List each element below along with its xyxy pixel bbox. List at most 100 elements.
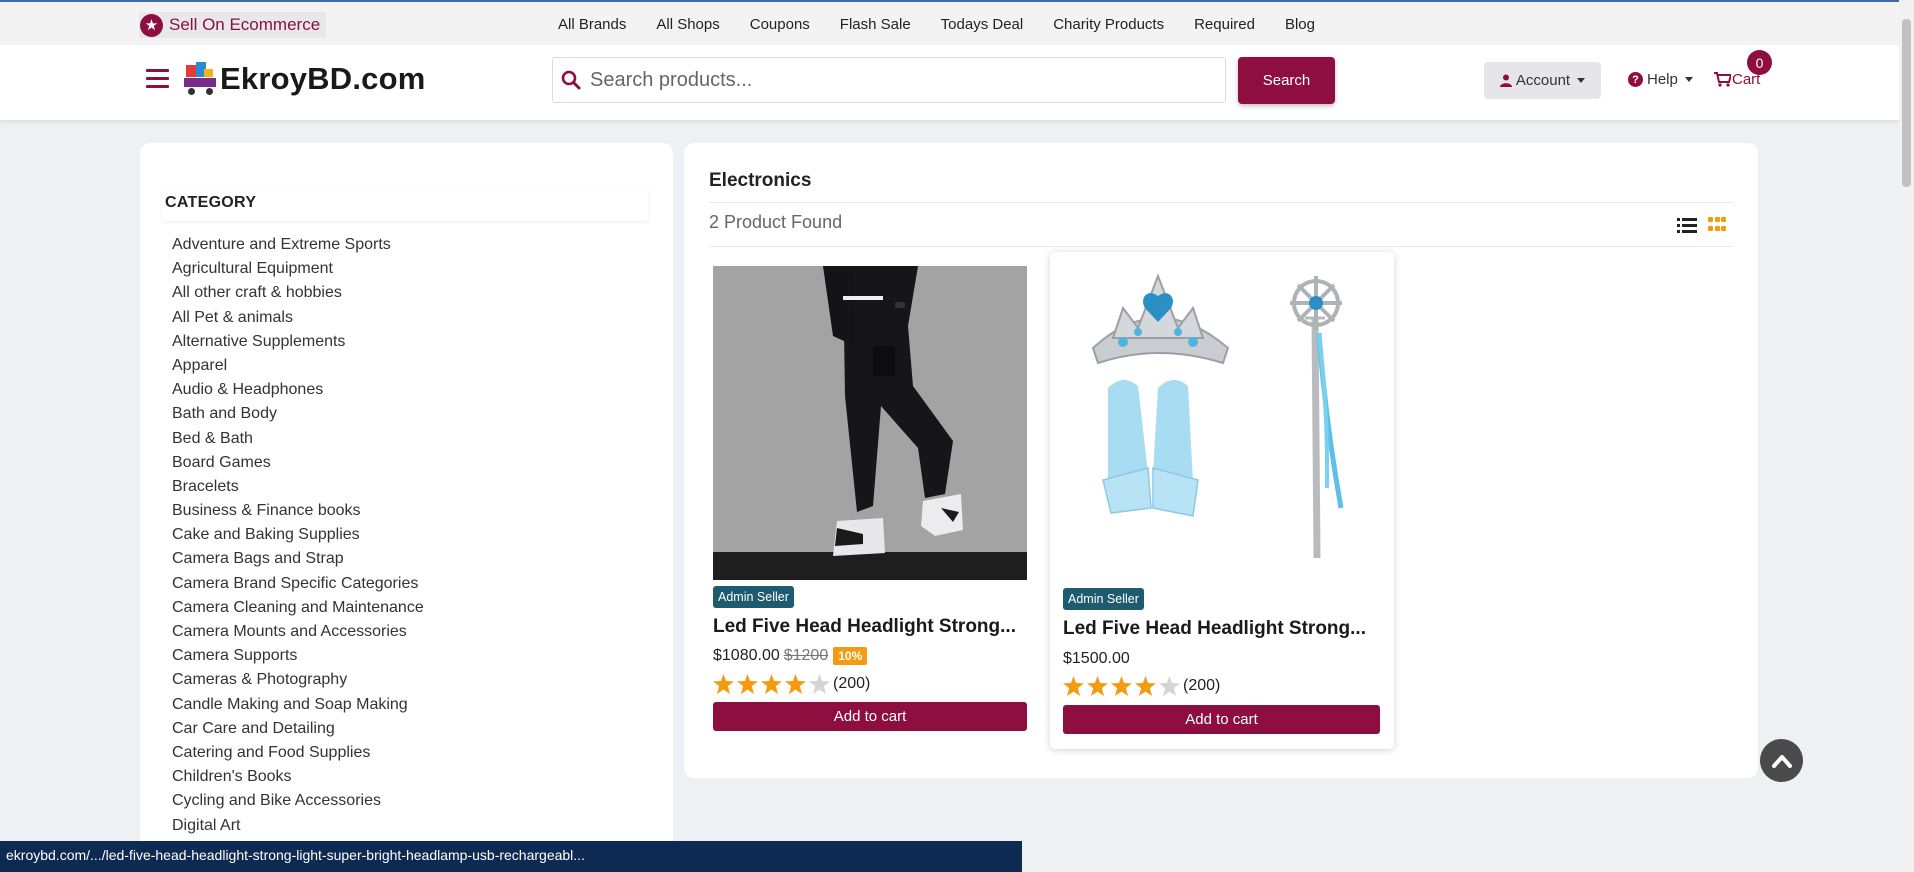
category-item[interactable]: Catering and Food Supplies bbox=[172, 741, 424, 765]
current-price: $1080.00 bbox=[713, 647, 780, 664]
category-item[interactable]: Cake and Baking Supplies bbox=[172, 523, 424, 547]
main-header: EkroyBD.com Search Account ? Help Cart 0 bbox=[0, 45, 1914, 120]
nav-flash-sale[interactable]: Flash Sale bbox=[840, 16, 911, 33]
search-icon bbox=[561, 70, 581, 90]
sell-label: Sell On Ecommerce bbox=[169, 15, 321, 34]
category-item[interactable]: Apparel bbox=[172, 354, 424, 378]
product-card[interactable]: Admin Seller Led Five Head Headlight Str… bbox=[1050, 252, 1394, 749]
search-input[interactable] bbox=[590, 68, 1150, 92]
site-logo[interactable]: EkroyBD.com bbox=[182, 61, 426, 97]
search-box bbox=[552, 57, 1226, 103]
product-image[interactable] bbox=[713, 266, 1027, 580]
star-icon bbox=[1087, 676, 1108, 696]
cart-logo-icon bbox=[182, 61, 218, 97]
list-view-icon[interactable] bbox=[1677, 217, 1697, 234]
star-icon bbox=[809, 674, 830, 694]
category-item[interactable]: Camera Supports bbox=[172, 644, 424, 668]
help-dropdown[interactable]: ? Help bbox=[1628, 71, 1693, 88]
nav-all-shops[interactable]: All Shops bbox=[656, 16, 719, 33]
category-item[interactable]: Candle Making and Soap Making bbox=[172, 693, 424, 717]
account-dropdown[interactable]: Account bbox=[1484, 62, 1601, 99]
category-item[interactable]: Alternative Supplements bbox=[172, 330, 424, 354]
product-title[interactable]: Led Five Head Headlight Strong... bbox=[713, 616, 1033, 638]
category-item[interactable]: Camera Cleaning and Maintenance bbox=[172, 596, 424, 620]
account-label: Account bbox=[1515, 72, 1571, 89]
chevron-up-icon bbox=[1771, 754, 1792, 768]
grid-view-icon[interactable] bbox=[1708, 217, 1726, 233]
product-title[interactable]: Led Five Head Headlight Strong... bbox=[1063, 618, 1383, 640]
star-icon bbox=[1111, 676, 1132, 696]
review-count: (200) bbox=[833, 675, 871, 692]
star-icon bbox=[713, 674, 734, 694]
nav-required[interactable]: Required bbox=[1194, 16, 1255, 33]
nav-coupons[interactable]: Coupons bbox=[750, 16, 810, 33]
scrollbar-thumb[interactable] bbox=[1902, 19, 1911, 187]
menu-icon[interactable] bbox=[146, 69, 169, 89]
category-item[interactable]: Adventure and Extreme Sports bbox=[172, 233, 424, 257]
top-bar: ★ Sell On Ecommerce All Brands All Shops… bbox=[0, 0, 1914, 45]
question-icon: ? bbox=[1628, 72, 1643, 87]
product-card[interactable]: Admin Seller Led Five Head Headlight Str… bbox=[684, 252, 1028, 749]
current-price: $1500.00 bbox=[1063, 650, 1130, 667]
star-icon bbox=[761, 674, 782, 694]
add-to-cart-button[interactable]: Add to cart bbox=[713, 702, 1027, 731]
nav-all-brands[interactable]: All Brands bbox=[558, 16, 626, 33]
page-scrollbar[interactable] bbox=[1899, 0, 1914, 872]
product-price: $1080.00 $1200 10% bbox=[713, 647, 868, 665]
scroll-to-top-button[interactable] bbox=[1760, 739, 1803, 782]
star-icon: ★ bbox=[140, 13, 163, 37]
star-icon bbox=[1159, 676, 1180, 696]
caret-down-icon bbox=[1577, 78, 1586, 83]
category-item[interactable]: Bracelets bbox=[172, 475, 424, 499]
add-to-cart-button[interactable]: Add to cart bbox=[1063, 705, 1380, 734]
star-icon bbox=[1135, 676, 1156, 696]
cart-icon bbox=[1714, 72, 1731, 87]
category-title: CATEGORY bbox=[165, 194, 257, 211]
products-found-count: 2 Product Found bbox=[709, 212, 843, 232]
help-label: Help bbox=[1647, 71, 1678, 88]
search-button[interactable]: Search bbox=[1238, 57, 1335, 104]
sell-on-ecommerce-link[interactable]: ★ Sell On Ecommerce bbox=[139, 12, 327, 38]
product-price: $1500.00 bbox=[1063, 650, 1130, 668]
category-item[interactable]: Cameras & Photography bbox=[172, 668, 424, 692]
category-item[interactable]: All other craft & hobbies bbox=[172, 281, 424, 305]
old-price: $1200 bbox=[783, 647, 829, 664]
category-item[interactable]: All Pet & animals bbox=[172, 306, 424, 330]
category-item[interactable]: Children's Books bbox=[172, 765, 424, 789]
rating: (200) bbox=[713, 674, 870, 694]
category-item[interactable]: Board Games bbox=[172, 451, 424, 475]
star-icon bbox=[785, 674, 806, 694]
cart-count-badge: 0 bbox=[1747, 50, 1772, 75]
category-item[interactable]: Business & Finance books bbox=[172, 499, 424, 523]
top-nav: All Brands All Shops Coupons Flash Sale … bbox=[558, 16, 1345, 33]
category-item[interactable]: Audio & Headphones bbox=[172, 378, 424, 402]
star-icon bbox=[1063, 676, 1084, 696]
category-item[interactable]: Agricultural Equipment bbox=[172, 257, 424, 281]
star-icon bbox=[737, 674, 758, 694]
status-bar-url: ekroybd.com/.../led-five-head-headlight-… bbox=[0, 841, 1022, 872]
category-item[interactable]: Digital Art bbox=[172, 814, 424, 838]
divider bbox=[709, 246, 1733, 247]
nav-todays-deal[interactable]: Todays Deal bbox=[941, 16, 1024, 33]
category-item[interactable]: Camera Mounts and Accessories bbox=[172, 620, 424, 644]
caret-down-icon bbox=[1684, 77, 1693, 82]
category-item[interactable]: Camera Brand Specific Categories bbox=[172, 572, 424, 596]
seller-badge: Admin Seller bbox=[1063, 588, 1144, 610]
divider bbox=[709, 202, 1733, 203]
user-icon bbox=[1499, 74, 1512, 87]
category-item[interactable]: Car Care and Detailing bbox=[172, 717, 424, 741]
category-item[interactable]: Camera Bags and Strap bbox=[172, 547, 424, 571]
review-count: (200) bbox=[1183, 677, 1221, 694]
category-item[interactable]: Bath and Body bbox=[172, 402, 424, 426]
seller-badge: Admin Seller bbox=[713, 586, 794, 608]
rating: (200) bbox=[1063, 676, 1220, 696]
discount-badge: 10% bbox=[833, 647, 868, 665]
category-list: Adventure and Extreme Sports Agricultura… bbox=[172, 233, 424, 838]
category-item[interactable]: Bed & Bath bbox=[172, 427, 424, 451]
category-item[interactable]: Cycling and Bike Accessories bbox=[172, 789, 424, 813]
category-sidebar: CATEGORY Adventure and Extreme Sports Ag… bbox=[140, 143, 673, 872]
nav-charity-products[interactable]: Charity Products bbox=[1053, 16, 1164, 33]
product-image[interactable] bbox=[1063, 258, 1383, 578]
category-heading: Electronics bbox=[709, 170, 812, 191]
nav-blog[interactable]: Blog bbox=[1285, 16, 1315, 33]
